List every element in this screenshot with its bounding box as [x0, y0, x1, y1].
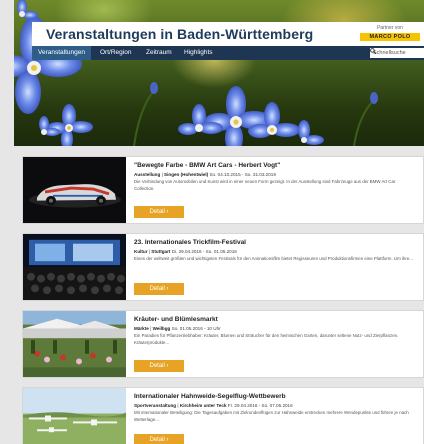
event-image-art-car[interactable] — [23, 157, 126, 223]
detail-button[interactable]: Detail › — [134, 283, 184, 295]
event-location: Kirchheim unter Teck — [179, 403, 227, 408]
event-location: Weilbgg — [152, 326, 171, 331]
event-card: Internationaler Hahnweide-Segelflug-Wett… — [22, 387, 424, 444]
nav-item-ort-region[interactable]: Ort/Region — [94, 46, 137, 60]
event-title[interactable]: 23. Internationales Trickfilm-Festival — [134, 238, 417, 247]
event-category: Kultur — [134, 249, 148, 254]
event-card: "Bewegte Farbe - BMW Art Cars - Herbert … — [22, 156, 424, 224]
event-meta: Ausstellung | Singen (Hohentwiel) So. 04… — [134, 172, 276, 177]
detail-button[interactable]: Detail › — [134, 360, 184, 372]
event-description: Eines der weltweit größten und wichtigst… — [134, 256, 413, 261]
event-description: Ein Paradies für Pflanzenliebhaber: Kräu… — [134, 333, 399, 345]
nav-item-veranstaltungen[interactable]: Veranstaltungen — [32, 46, 91, 60]
event-card: 23. Internationales Trickfilm-Festival K… — [22, 233, 424, 301]
detail-button[interactable]: Detail › — [134, 206, 184, 218]
site-title[interactable]: Veranstaltungen in Baden-Württemberg — [46, 26, 313, 42]
event-dates: Fr. 29.04.2016 - So. 07.05.2016 — [227, 403, 293, 408]
event-title[interactable]: Kräuter- und Blümlesmarkt — [134, 315, 417, 324]
event-image-glider[interactable] — [23, 388, 126, 444]
quick-search-button[interactable]: Schnellsuche — [370, 48, 424, 58]
partner-text: Partner von — [377, 25, 403, 31]
event-description: Die Verbindung von Automobilen und Kunst… — [134, 179, 396, 191]
event-meta: Kultur | Stuttgart Di. 29.04.2016 - So. … — [134, 249, 237, 254]
nav-item-zeitraum[interactable]: Zeitraum — [140, 46, 178, 60]
search-icon — [370, 48, 376, 54]
event-title[interactable]: "Bewegte Farbe - BMW Art Cars - Herbert … — [134, 161, 417, 170]
event-location: Singen (Hohentwiel) — [164, 172, 209, 177]
main-nav: Veranstaltungen Ort/Region Zeitraum High… — [32, 46, 424, 60]
event-content: "Bewegte Farbe - BMW Art Cars - Herbert … — [134, 161, 417, 192]
event-image-festival[interactable] — [23, 234, 126, 300]
event-meta: Märkte | Weilbgg So. 01.05.2016 - 10 Uhr — [134, 326, 221, 331]
event-content: 23. Internationales Trickfilm-Festival K… — [134, 238, 417, 263]
marco-polo-logo[interactable]: MARCO POLO — [360, 33, 420, 41]
event-image-market[interactable] — [23, 311, 126, 377]
event-description: Mit internationaler Beteiligung: Die Tag… — [134, 410, 409, 422]
event-category: Ausstellung — [134, 172, 161, 177]
site-header: Veranstaltungen in Baden-Württemberg Par… — [32, 22, 424, 46]
event-meta: Sportveranstaltung | Kirchheim unter Tec… — [134, 403, 293, 408]
nav-item-highlights[interactable]: Highlights — [178, 46, 219, 60]
event-title[interactable]: Internationaler Hahnweide-Segelflug-Wett… — [134, 392, 417, 401]
quick-search-label: Schnellsuche — [373, 50, 406, 56]
event-dates: So. 01.05.2016 - 10 Uhr — [171, 326, 221, 331]
event-category: Märkte — [134, 326, 149, 331]
event-dates: So. 04.10.2015 - So. 31.03.2019 — [209, 172, 276, 177]
event-dates: Di. 29.04.2016 - So. 01.05.2016 — [171, 249, 237, 254]
event-category: Sportveranstaltung — [134, 403, 177, 408]
event-content: Internationaler Hahnweide-Segelflug-Wett… — [134, 392, 417, 423]
detail-button[interactable]: Detail › — [134, 434, 184, 444]
event-location: Stuttgart — [151, 249, 171, 254]
event-card: Kräuter- und Blümlesmarkt Märkte | Weilb… — [22, 310, 424, 378]
hero-banner: Veranstaltungen in Baden-Württemberg Par… — [14, 0, 424, 146]
partner-block[interactable]: Partner von MARCO POLO — [360, 25, 420, 41]
event-content: Kräuter- und Blümlesmarkt Märkte | Weilb… — [134, 315, 417, 346]
